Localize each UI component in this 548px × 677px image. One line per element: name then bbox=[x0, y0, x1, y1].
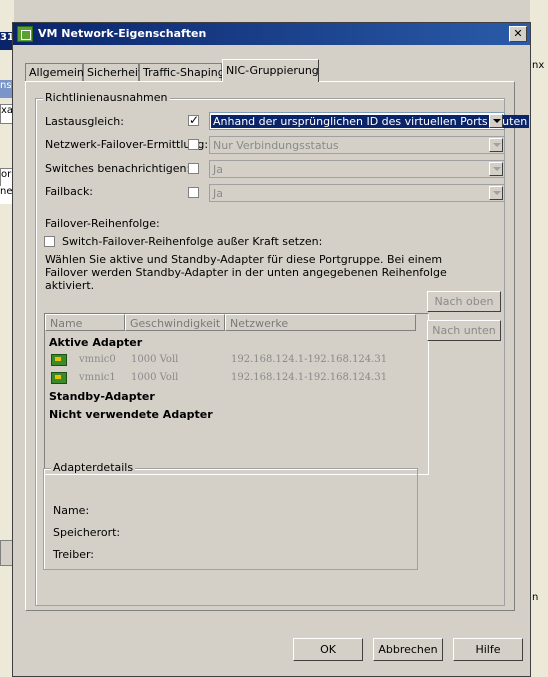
load-balancing-value: Anhand der ursprünglichen ID des virtuel… bbox=[211, 115, 530, 128]
notify-switches-checkbox[interactable] bbox=[188, 163, 199, 174]
adapter-details-legend: Adapterdetails bbox=[51, 461, 136, 474]
failback-label: Failback: bbox=[45, 185, 94, 198]
failover-description: Wählen Sie aktive und Standby-Adapter fü… bbox=[45, 253, 447, 292]
bg-text-fragment: nx bbox=[532, 60, 545, 71]
detail-driver-label: Treiber: bbox=[53, 548, 94, 561]
failback-checkbox[interactable] bbox=[188, 187, 199, 198]
adapter-speed: 1000 Voll bbox=[131, 354, 179, 365]
chevron-down-icon bbox=[489, 186, 503, 200]
failback-select: Ja bbox=[209, 184, 505, 202]
adapter-name: vmnic1 bbox=[79, 372, 116, 383]
adapter-row[interactable]: vmnic1 1000 Voll 192.168.124.1-192.168.1… bbox=[51, 370, 421, 386]
properties-dialog: VM Network-Eigenschaften ✕ Allgemein Sic… bbox=[12, 22, 531, 677]
adapter-list[interactable]: Name Geschwindigkeit Netzwerke Aktive Ad… bbox=[44, 313, 429, 475]
load-balancing-select[interactable]: Anhand der ursprünglichen ID des virtuel… bbox=[209, 112, 530, 130]
failover-order-label: Failover-Reihenfolge: bbox=[45, 217, 160, 230]
cancel-button[interactable]: Abbrechen bbox=[373, 638, 443, 661]
dialog-titlebar[interactable]: VM Network-Eigenschaften ✕ bbox=[13, 23, 530, 45]
adapter-details-group: Adapterdetails bbox=[43, 461, 418, 570]
network-card-icon bbox=[51, 372, 67, 384]
column-header-name[interactable]: Name bbox=[45, 314, 125, 331]
notify-switches-select: Ja bbox=[209, 160, 505, 178]
load-balancing-label: Lastausgleich: bbox=[45, 115, 124, 128]
failover-detection-value: Nur Verbindungsstatus bbox=[213, 139, 339, 152]
close-icon[interactable]: ✕ bbox=[509, 26, 527, 42]
bg-text-fragment: n bbox=[532, 592, 539, 603]
failover-detection-select: Nur Verbindungsstatus bbox=[209, 136, 505, 154]
adapter-row[interactable]: vmnic0 1000 Voll 192.168.124.1-192.168.1… bbox=[51, 352, 421, 368]
detail-name-label: Name: bbox=[53, 504, 90, 517]
override-order-checkbox[interactable] bbox=[44, 236, 55, 247]
adapter-name: vmnic0 bbox=[79, 354, 116, 365]
standby-adapters-header: Standby-Adapter bbox=[49, 390, 155, 403]
move-up-button[interactable]: Nach oben bbox=[427, 291, 501, 312]
tab-traffic-shaping[interactable]: Traffic-Shaping bbox=[139, 63, 225, 81]
chevron-down-icon bbox=[489, 162, 503, 176]
chevron-down-icon[interactable] bbox=[489, 114, 503, 128]
tab-nic-teaming[interactable]: NIC-Gruppierung bbox=[222, 59, 319, 82]
notify-switches-label: Switches benachrichtigen: bbox=[45, 162, 191, 175]
policy-exceptions-legend: Richtlinienausnahmen bbox=[43, 91, 170, 104]
tab-security[interactable]: Sicherheit bbox=[83, 63, 142, 81]
network-card-icon bbox=[51, 354, 67, 366]
adapter-networks: 192.168.124.1-192.168.124.31 bbox=[231, 354, 388, 365]
dialog-title: VM Network-Eigenschaften bbox=[38, 27, 207, 40]
chevron-down-icon bbox=[489, 138, 503, 152]
adapter-speed: 1000 Voll bbox=[131, 372, 179, 383]
help-button[interactable]: Hilfe bbox=[453, 638, 523, 661]
unused-adapters-header: Nicht verwendete Adapter bbox=[49, 408, 213, 421]
override-order-label: Switch-Failover-Reihenfolge außer Kraft … bbox=[62, 235, 323, 248]
tab-general[interactable]: Allgemein bbox=[25, 63, 84, 81]
detail-location-label: Speicherort: bbox=[53, 526, 121, 539]
move-down-button[interactable]: Nach unten bbox=[427, 320, 501, 341]
adapter-networks: 192.168.124.1-192.168.124.31 bbox=[231, 372, 388, 383]
notify-switches-value: Ja bbox=[213, 163, 223, 176]
load-balancing-checkbox[interactable] bbox=[188, 113, 199, 127]
active-adapters-header: Aktive Adapter bbox=[49, 336, 143, 349]
column-header-networks[interactable]: Netzwerke bbox=[225, 314, 416, 331]
failover-detection-checkbox[interactable] bbox=[188, 139, 199, 150]
background-window-right: nx n bbox=[530, 0, 548, 677]
column-header-speed[interactable]: Geschwindigkeit bbox=[125, 314, 225, 331]
ok-button[interactable]: OK bbox=[293, 638, 363, 661]
failback-value: Ja bbox=[213, 187, 223, 200]
failover-detection-label: Netzwerk-Failover-Ermittlung: bbox=[45, 138, 209, 151]
vsphere-app-icon bbox=[17, 26, 33, 42]
